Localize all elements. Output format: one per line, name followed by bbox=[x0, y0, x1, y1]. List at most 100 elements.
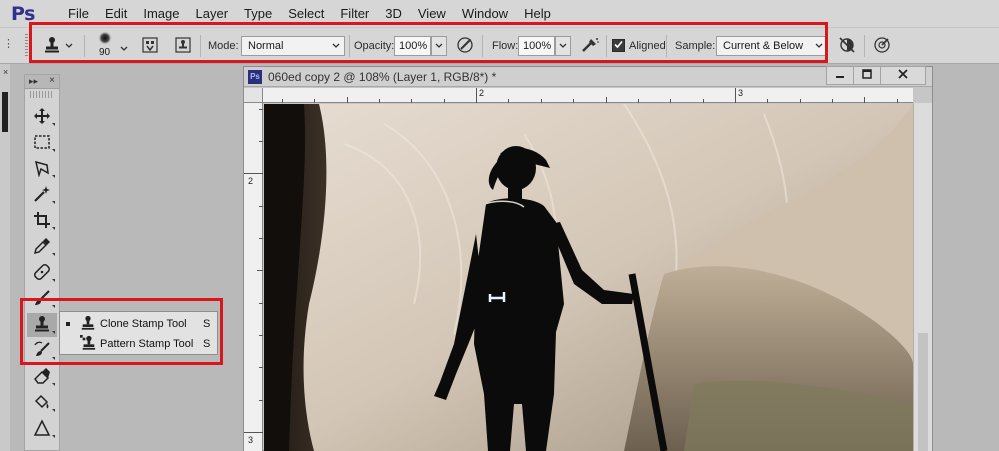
clone-source-panel-button[interactable] bbox=[172, 35, 194, 57]
flyout-item-shortcut: S bbox=[203, 337, 211, 350]
checkmark-icon bbox=[614, 40, 623, 52]
brush-size: 90 bbox=[99, 47, 111, 58]
tools-panel: ▸▸ × bbox=[24, 74, 60, 451]
flow-input[interactable]: 100% bbox=[518, 36, 555, 56]
eraser-tool-icon bbox=[33, 367, 51, 388]
brush-tool-icon bbox=[33, 289, 51, 310]
eyedropper-tool[interactable] bbox=[27, 235, 57, 259]
maximize-button[interactable] bbox=[853, 66, 881, 85]
paint-bucket-tool[interactable] bbox=[27, 391, 57, 415]
flyout-item-pattern-stamp[interactable]: Pattern Stamp Tool S bbox=[60, 333, 217, 354]
lasso-tool-icon bbox=[33, 159, 51, 180]
marquee-tool[interactable] bbox=[27, 131, 57, 155]
opacity-input[interactable]: 100% bbox=[394, 36, 431, 56]
soft-brush-icon bbox=[98, 31, 112, 48]
crop-tool[interactable] bbox=[27, 209, 57, 233]
ignore-adjustment-layers-button[interactable] bbox=[836, 35, 858, 57]
vertical-scrollbar[interactable] bbox=[913, 103, 932, 451]
brush-preset-picker[interactable]: 90 bbox=[94, 31, 132, 62]
menu-layer[interactable]: Layer bbox=[188, 0, 237, 27]
collapse-icon[interactable]: ▸▸ bbox=[29, 76, 38, 87]
chevron-down-icon bbox=[435, 40, 443, 52]
history-brush-tool[interactable] bbox=[27, 339, 57, 363]
menu-window[interactable]: Window bbox=[454, 0, 516, 27]
flow-slider-button[interactable] bbox=[555, 36, 571, 56]
magic-wand-tool[interactable] bbox=[27, 183, 57, 207]
canyon-hiker-photo bbox=[264, 104, 913, 451]
flyout-item-label: Clone Stamp Tool bbox=[100, 317, 187, 330]
options-bar-grip[interactable] bbox=[25, 34, 28, 58]
document-canvas[interactable] bbox=[264, 104, 913, 451]
menu-file[interactable]: File bbox=[46, 0, 97, 27]
menu-3d[interactable]: 3D bbox=[377, 0, 410, 27]
menu-select[interactable]: Select bbox=[280, 0, 332, 27]
menu-image[interactable]: Image bbox=[135, 0, 187, 27]
panel-grip-icon: ⋮ bbox=[3, 38, 14, 50]
clone-stamp-icon bbox=[80, 315, 96, 334]
chevron-down-icon bbox=[65, 40, 73, 52]
dock-close-icon[interactable]: × bbox=[3, 67, 8, 77]
vertical-ruler[interactable]: 2 3 bbox=[244, 103, 263, 451]
close-icon[interactable]: × bbox=[49, 75, 55, 86]
dock-marker bbox=[2, 92, 8, 132]
ruler-label: 3 bbox=[248, 435, 254, 445]
clone-stamp-tool-icon bbox=[33, 315, 51, 336]
minimize-button[interactable] bbox=[826, 66, 854, 85]
menu-filter[interactable]: Filter bbox=[332, 0, 377, 27]
menu-help[interactable]: Help bbox=[516, 0, 559, 27]
marquee-tool-icon bbox=[33, 134, 51, 153]
clone-stamp-tool[interactable] bbox=[27, 313, 57, 337]
tool-preset-picker[interactable] bbox=[38, 34, 78, 58]
aligned-checkbox[interactable] bbox=[612, 39, 625, 52]
scrollbar-thumb[interactable] bbox=[918, 333, 928, 451]
airbrush-button[interactable] bbox=[578, 35, 602, 57]
brush-tool[interactable] bbox=[27, 287, 57, 311]
tools-panel-grip[interactable] bbox=[30, 91, 54, 98]
magic-wand-tool-icon bbox=[33, 185, 51, 206]
minimize-icon bbox=[834, 68, 846, 83]
ruler-ticks bbox=[282, 88, 898, 103]
horizontal-ruler[interactable]: 2 3 bbox=[263, 88, 913, 103]
ruler-ticks bbox=[244, 109, 263, 433]
chevron-down-icon bbox=[328, 37, 344, 55]
lasso-tool[interactable] bbox=[27, 157, 57, 181]
sample-label: Sample: bbox=[675, 40, 716, 52]
tools-panel-header[interactable]: ▸▸ × bbox=[25, 75, 59, 89]
clone-source-icon bbox=[175, 36, 191, 56]
flyout-item-shortcut: S bbox=[203, 317, 211, 330]
menu-type[interactable]: Type bbox=[236, 0, 280, 27]
paint-bucket-tool-icon bbox=[33, 393, 51, 414]
document-title: 060ed copy 2 @ 108% (Layer 1, RGB/8*) * bbox=[268, 70, 497, 84]
maximize-icon bbox=[861, 68, 873, 83]
ruler-label: 2 bbox=[248, 176, 254, 186]
ruler-origin[interactable] bbox=[244, 88, 263, 103]
aligned-label: Aligned bbox=[629, 40, 666, 52]
opacity-slider-button[interactable] bbox=[431, 36, 447, 56]
eraser-tool[interactable] bbox=[27, 365, 57, 389]
move-tool-icon bbox=[33, 107, 51, 128]
pen-pressure-icon bbox=[456, 36, 474, 57]
blur-tool-icon bbox=[33, 418, 51, 440]
pattern-stamp-icon bbox=[80, 335, 96, 354]
stamp-tool-flyout: Clone Stamp Tool S Pattern Stamp Tool S bbox=[59, 311, 218, 355]
blur-tool[interactable] bbox=[27, 417, 57, 441]
mode-select[interactable]: Normal bbox=[241, 36, 345, 56]
flyout-item-label: Pattern Stamp Tool bbox=[100, 337, 194, 350]
menu-edit[interactable]: Edit bbox=[97, 0, 135, 27]
brush-panel-button[interactable] bbox=[139, 35, 161, 57]
close-button[interactable] bbox=[880, 66, 926, 85]
clone-stamp-icon bbox=[43, 36, 61, 57]
selected-bullet-icon bbox=[66, 321, 70, 326]
healing-brush-tool[interactable] bbox=[27, 261, 57, 285]
opacity-label: Opacity: bbox=[354, 40, 395, 52]
pressure-size-button[interactable] bbox=[871, 35, 893, 57]
menu-view[interactable]: View bbox=[410, 0, 454, 27]
pressure-opacity-button[interactable] bbox=[454, 35, 476, 57]
history-brush-tool-icon bbox=[33, 341, 51, 362]
move-tool[interactable] bbox=[27, 105, 57, 129]
flyout-item-clone-stamp[interactable]: Clone Stamp Tool S bbox=[60, 313, 217, 334]
close-icon bbox=[897, 68, 909, 83]
ruler-label: 2 bbox=[479, 88, 485, 98]
menu-bar: Ps File Edit Image Layer Type Select Fil… bbox=[0, 0, 999, 27]
sample-select[interactable]: Current & Below bbox=[716, 36, 828, 56]
